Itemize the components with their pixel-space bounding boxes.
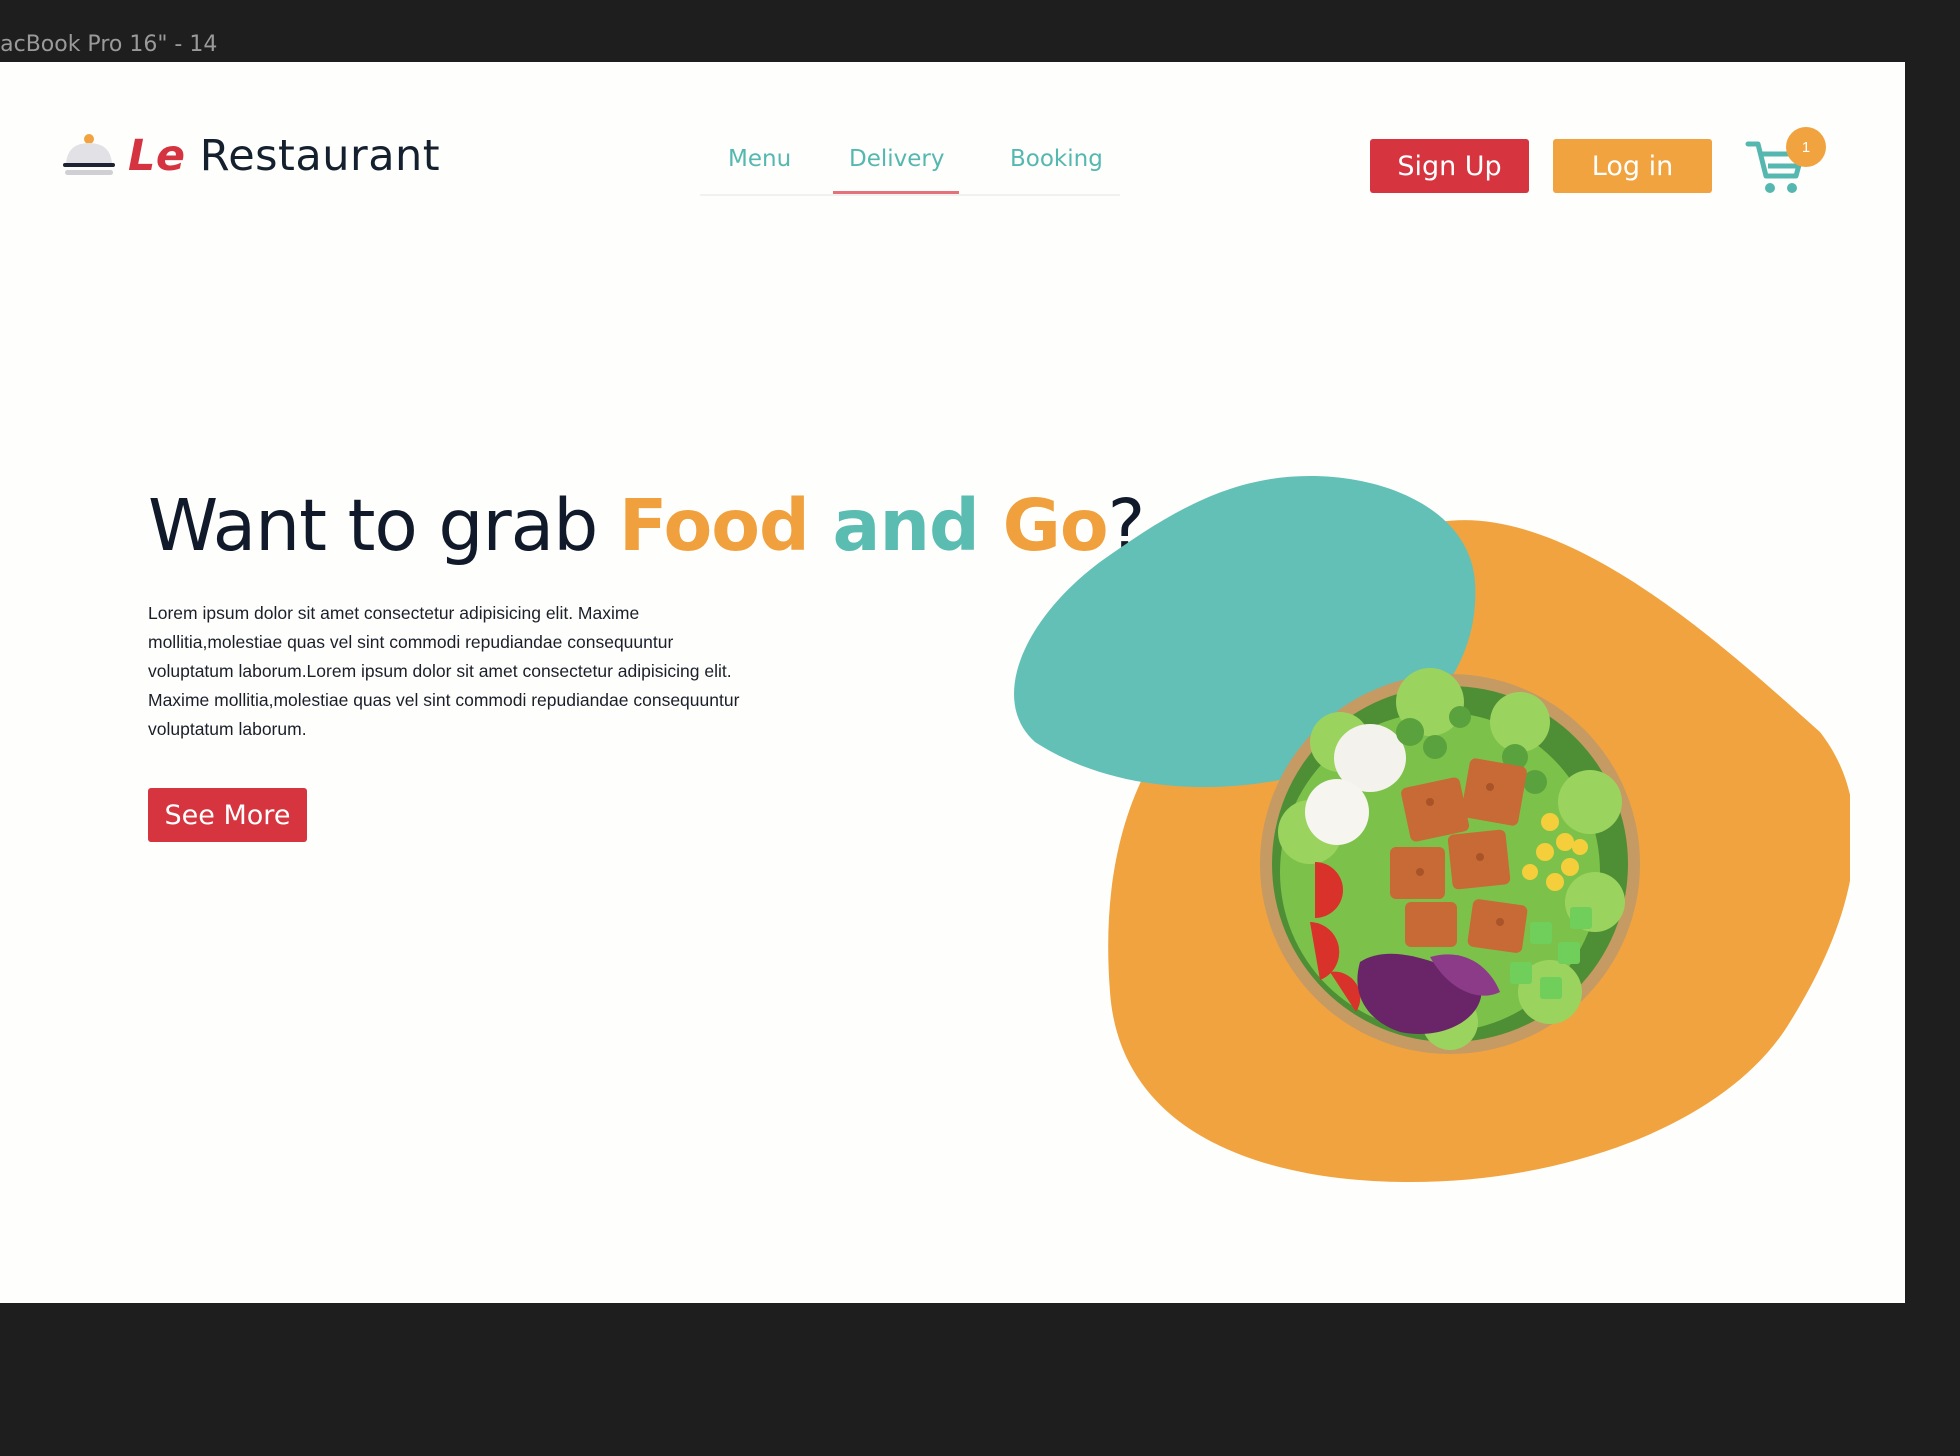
see-more-button[interactable]: See More: [148, 788, 307, 842]
hero-description: Lorem ipsum dolor sit amet consectetur a…: [148, 603, 740, 739]
hero-title-food: Food: [618, 484, 810, 567]
logo-name: Restaurant: [199, 131, 441, 181]
hero-artwork: [1014, 476, 1850, 1182]
sign-up-button[interactable]: Sign Up: [1370, 139, 1529, 193]
logo-prefix: Le: [128, 131, 186, 181]
nav-item-booking[interactable]: Booking: [1010, 146, 1103, 172]
logo-text: Le Restaurant: [128, 131, 440, 181]
cloche-icon: [63, 134, 115, 175]
artboard: Le Restaurant Menu Delivery Booking Sign…: [0, 62, 1905, 1303]
nav-item-delivery[interactable]: Delivery: [849, 146, 944, 172]
hero-title-and: and: [808, 484, 1003, 567]
log-in-button[interactable]: Log in: [1553, 139, 1712, 193]
cart-count-badge: 1: [1786, 127, 1826, 167]
hero-title-start: Want to grab: [148, 484, 619, 567]
nav-active-indicator: [833, 191, 959, 194]
hero-title: Want to grab Food and Go?: [148, 484, 1145, 567]
artboard-label: lacBook Pro 16" - 14: [0, 32, 218, 57]
main-nav: Menu Delivery Booking: [700, 146, 1120, 196]
logo[interactable]: Le Restaurant: [62, 128, 440, 184]
nav-item-menu[interactable]: Menu: [728, 146, 791, 172]
